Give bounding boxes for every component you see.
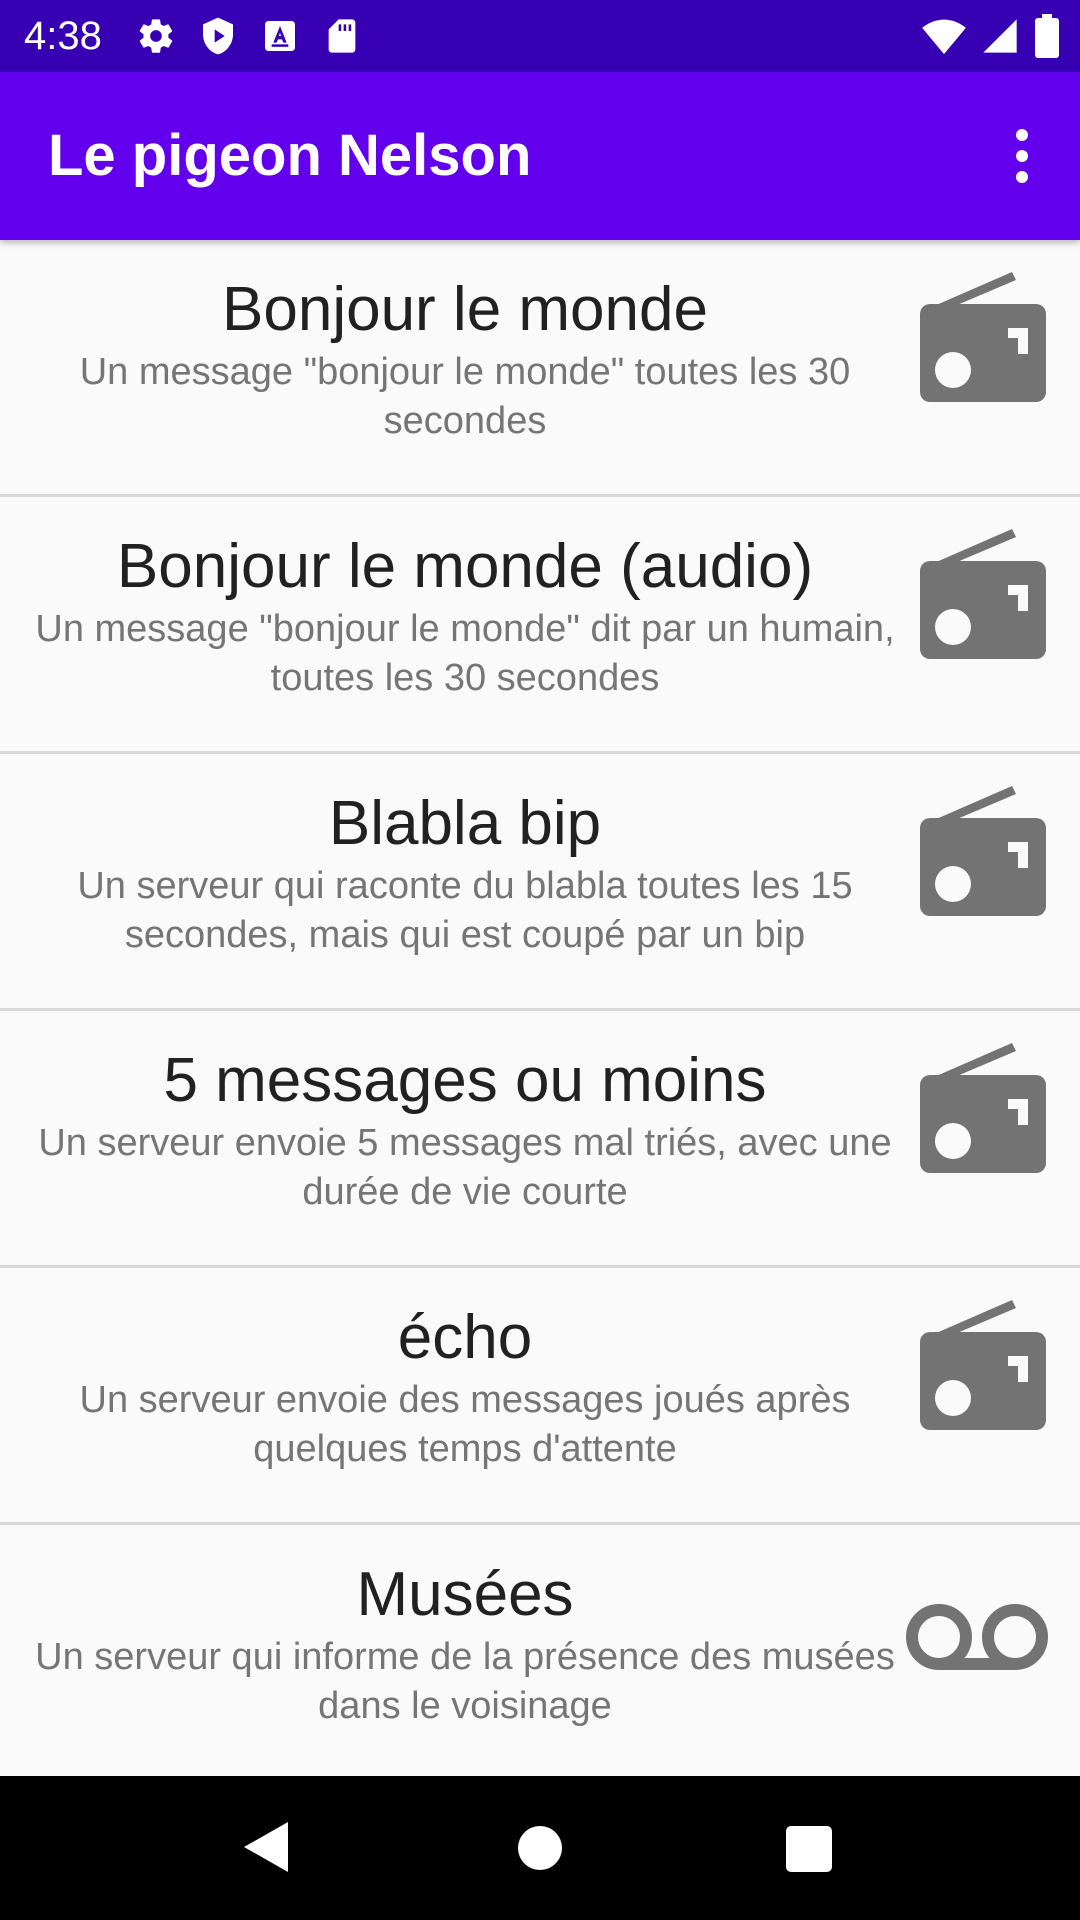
sd-card-icon (322, 16, 362, 56)
server-title: Bonjour le monde (222, 275, 708, 344)
server-list: Bonjour le monde Un message "bonjour le … (0, 240, 1080, 1782)
back-triangle-icon[interactable] (244, 1822, 288, 1872)
status-time: 4:38 (24, 14, 102, 58)
server-title: Blabla bip (328, 789, 602, 858)
voicemail-icon (906, 1604, 1048, 1670)
server-description: Un message "bonjour le monde" dit par un… (35, 608, 895, 699)
more-vert-icon[interactable] (986, 116, 1058, 196)
list-item[interactable]: Musées Un serveur qui informe de la prés… (0, 1525, 1080, 1782)
wifi-icon (922, 16, 966, 56)
server-description: Un serveur envoie 5 messages mal triés, … (38, 1122, 892, 1213)
radio-icon (920, 786, 1046, 916)
cellular-signal-icon (980, 16, 1020, 56)
home-circle-icon[interactable] (518, 1826, 562, 1870)
server-title: 5 messages ou moins (163, 1046, 767, 1115)
app-title: Le pigeon Nelson (48, 123, 532, 188)
accessibility-icon (260, 16, 300, 56)
server-description: Un serveur qui raconte du blabla toutes … (77, 865, 853, 956)
server-title: Bonjour le monde (audio) (116, 532, 814, 601)
status-icons-left (136, 14, 362, 58)
recents-square-icon[interactable] (786, 1826, 832, 1872)
server-description: Un serveur envoie des messages joués apr… (79, 1379, 851, 1470)
gear-icon (136, 16, 176, 56)
play-protect-icon (198, 16, 238, 56)
list-item[interactable]: écho Un serveur envoie des messages joué… (0, 1268, 1080, 1525)
list-item[interactable]: Bonjour le monde (audio) Un message "bon… (0, 497, 1080, 754)
radio-icon (920, 1043, 1046, 1173)
list-item[interactable]: Blabla bip Un serveur qui raconte du bla… (0, 754, 1080, 1011)
radio-icon (920, 272, 1046, 402)
server-description: Un message "bonjour le monde" toutes les… (79, 351, 851, 442)
list-item[interactable]: 5 messages ou moins Un serveur envoie 5 … (0, 1011, 1080, 1268)
battery-icon (1034, 14, 1060, 58)
server-description: Un serveur qui informe de la présence de… (35, 1636, 895, 1727)
server-title: Musées (356, 1560, 574, 1629)
radio-icon (920, 529, 1046, 659)
server-title: écho (397, 1303, 533, 1372)
nav-bar (0, 1776, 1080, 1920)
status-icons-right (922, 14, 1060, 58)
status-bar: 4:38 (0, 0, 1080, 72)
app-bar: Le pigeon Nelson (0, 72, 1080, 240)
list-item[interactable]: Bonjour le monde Un message "bonjour le … (0, 240, 1080, 497)
radio-icon (920, 1300, 1046, 1430)
